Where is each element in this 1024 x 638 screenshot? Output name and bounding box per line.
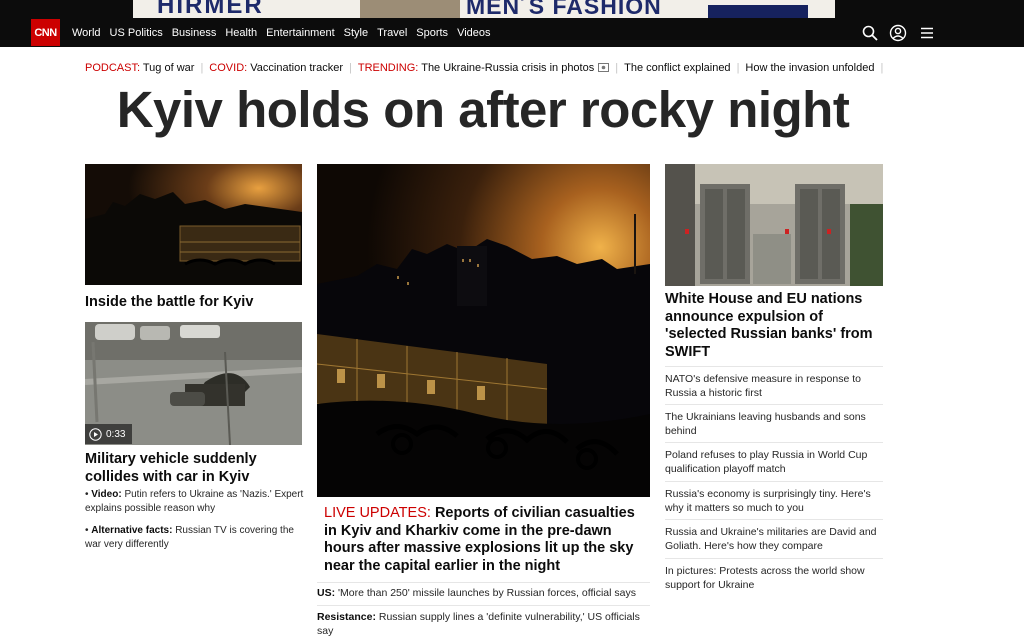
cnn-logo[interactable]: CNN <box>31 19 60 46</box>
right-link-poland[interactable]: Poland refuses to play Russia in World C… <box>665 448 883 476</box>
trend-item-covid[interactable]: COVID: Vaccination tracker <box>209 62 343 74</box>
trend-item-podcast[interactable]: PODCAST: Tug of war <box>85 62 194 74</box>
bullet-video[interactable]: • Video: Putin refers to Ukraine as 'Naz… <box>85 488 305 516</box>
kyiv-night-image[interactable] <box>85 164 302 285</box>
ad-photo <box>360 0 460 18</box>
right-link-nato[interactable]: NATO's defensive measure in response to … <box>665 372 883 400</box>
nav-link-entertainment[interactable]: Entertainment <box>266 27 334 39</box>
ad-block <box>708 5 808 18</box>
nav-link-health[interactable]: Health <box>225 27 257 39</box>
bank-building-image[interactable] <box>665 164 883 286</box>
ad-brand-text: HIRMER <box>157 0 264 18</box>
right-link-economy[interactable]: Russia's economy is surprisingly tiny. H… <box>665 487 883 515</box>
menu-icon[interactable] <box>918 24 936 42</box>
live-updates-label: LIVE UPDATES: <box>324 505 431 521</box>
trend-divider: | <box>880 62 884 74</box>
ad-tagline: MEN´S FASHION <box>466 0 662 18</box>
right-link-protests[interactable]: In pictures: Protests across the world s… <box>665 564 883 592</box>
trend-item-invasion[interactable]: How the invasion unfolded <box>745 62 874 74</box>
divider <box>317 582 650 583</box>
divider <box>665 366 883 367</box>
play-icon <box>89 427 102 441</box>
trend-divider: | <box>615 62 619 74</box>
story-title-battle[interactable]: Inside the battle for Kyiv <box>85 294 253 310</box>
account-icon[interactable] <box>889 24 907 42</box>
video-duration: 0:33 <box>106 428 126 440</box>
nav-link-business[interactable]: Business <box>172 27 217 39</box>
right-link-militaries[interactable]: Russia and Ukraine's militaries are Davi… <box>665 525 883 553</box>
divider <box>317 605 650 606</box>
sub-story-us[interactable]: US: 'More than 250' missile launches by … <box>317 586 650 600</box>
search-icon[interactable] <box>861 24 879 42</box>
ad-image[interactable]: HIRMER MEN´S FASHION <box>133 0 835 18</box>
gallery-icon <box>598 63 610 72</box>
nav-link-videos[interactable]: Videos <box>457 27 490 39</box>
story-title-vehicle[interactable]: Military vehicle suddenly collides with … <box>85 451 300 486</box>
divider <box>665 519 883 520</box>
nav-link-us-politics[interactable]: US Politics <box>110 27 163 39</box>
live-updates-story[interactable]: LIVE UPDATES: Reports of civilian casual… <box>324 505 647 575</box>
nav-link-world[interactable]: World <box>72 27 101 39</box>
divider <box>665 558 883 559</box>
divider <box>665 442 883 443</box>
ad-banner[interactable]: HIRMER MEN´S FASHION <box>0 0 1024 18</box>
nav-link-travel[interactable]: Travel <box>377 27 407 39</box>
video-duration-badge[interactable]: 0:33 <box>85 424 132 444</box>
trend-divider: | <box>200 62 204 74</box>
nav-links: World US Politics Business Health Entert… <box>72 18 500 47</box>
divider <box>665 404 883 405</box>
trend-divider: | <box>349 62 352 74</box>
page-headline[interactable]: Kyiv holds on after rocky night <box>0 80 966 139</box>
kyiv-explosion-hero-image[interactable] <box>317 164 650 497</box>
trend-divider: | <box>736 62 740 74</box>
top-nav: CNN World US Politics Business Health En… <box>0 18 1024 47</box>
bullet-alternative-facts[interactable]: • Alternative facts: Russian TV is cover… <box>85 524 305 552</box>
nav-link-sports[interactable]: Sports <box>416 27 448 39</box>
sub-story-resistance[interactable]: Resistance: Russian supply lines a 'defi… <box>317 610 650 638</box>
divider <box>665 481 883 482</box>
trend-item-trending[interactable]: TRENDING: The Ukraine-Russia crisis in p… <box>358 62 610 74</box>
trending-bar: PODCAST: Tug of war | COVID: Vaccination… <box>85 62 889 74</box>
trend-item-conflict[interactable]: The conflict explained <box>624 62 730 74</box>
right-link-ukrainians[interactable]: The Ukrainians leaving husbands and sons… <box>665 410 883 438</box>
nav-link-style[interactable]: Style <box>344 27 368 39</box>
story-title-swift[interactable]: White House and EU nations announce expu… <box>665 291 883 361</box>
